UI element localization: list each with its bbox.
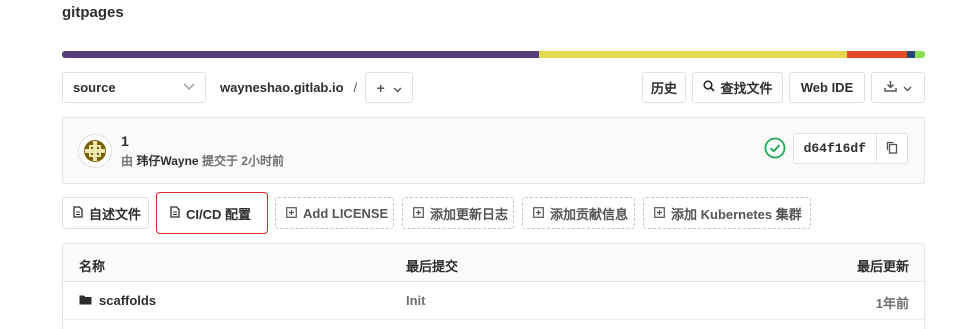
download-icon xyxy=(884,80,897,95)
column-header-last-update: 最后更新 xyxy=(856,259,909,274)
add-kubernetes-cluster-label: 添加 Kubernetes 集群 xyxy=(671,206,802,222)
plus-square-icon xyxy=(654,206,665,221)
add-contributing-label: 添加贡献信息 xyxy=(550,206,629,222)
tree-controls: source wayneshao.gitlab.io / + 历史 查找文件 W… xyxy=(62,72,925,103)
avatar[interactable] xyxy=(78,134,112,168)
breadcrumb: wayneshao.gitlab.io / + xyxy=(220,72,414,103)
add-file-dropdown[interactable]: + xyxy=(365,72,414,103)
plus-square-icon xyxy=(533,206,544,221)
language-segment xyxy=(846,51,908,58)
readme-link[interactable]: 自述文件 xyxy=(62,197,149,229)
commit-author-link[interactable]: 玮仔Wayne xyxy=(136,154,198,168)
file-icon xyxy=(170,205,180,221)
commit-sha-group: d64f16df xyxy=(792,133,908,164)
history-label: 历史 xyxy=(651,81,678,96)
add-license-label: Add LICENSE xyxy=(303,205,389,221)
language-bar xyxy=(62,51,925,58)
readme-label: 自述文件 xyxy=(89,206,142,222)
avatar-image xyxy=(84,140,106,162)
project-title: gitpages xyxy=(62,4,124,21)
branch-name: source xyxy=(73,80,116,95)
breadcrumb-separator: / xyxy=(353,80,358,95)
last-update-time: 1年前 xyxy=(875,296,909,311)
chevron-down-icon xyxy=(183,82,195,94)
chevron-down-icon xyxy=(393,80,402,96)
commit-time: 2小时前 xyxy=(241,154,284,168)
copy-icon xyxy=(886,141,898,157)
search-icon xyxy=(702,80,715,95)
language-segment xyxy=(915,51,925,58)
table-row[interactable]: scaffolds Init 1年前 xyxy=(63,282,924,320)
plus-square-icon xyxy=(413,206,424,221)
find-file-button[interactable]: 查找文件 xyxy=(692,72,783,103)
column-header-last-commit: 最后提交 xyxy=(406,259,459,274)
add-contributing-link[interactable]: 添加贡献信息 xyxy=(522,197,635,229)
download-dropdown[interactable] xyxy=(871,72,925,103)
table-header: 名称 最后提交 最后更新 xyxy=(63,244,924,282)
commit-title[interactable]: 1 xyxy=(121,133,129,149)
folder-name[interactable]: scaffolds xyxy=(99,293,156,308)
plus-icon: + xyxy=(376,79,385,96)
chevron-down-icon xyxy=(903,80,912,95)
web-ide-label: Web IDE xyxy=(800,80,854,95)
last-commit-panel: 1 由 玮仔Wayne 提交于 2小时前 d64f16df xyxy=(62,117,925,184)
breadcrumb-root-link[interactable]: wayneshao.gitlab.io xyxy=(220,80,344,95)
branch-select[interactable]: source xyxy=(62,72,206,103)
plus-square-icon xyxy=(286,206,297,221)
history-button[interactable]: 历史 xyxy=(642,72,686,103)
folder-cell[interactable]: scaffolds xyxy=(79,293,156,308)
language-segment xyxy=(62,51,539,58)
copy-sha-button[interactable] xyxy=(877,134,907,163)
last-commit-message[interactable]: Init xyxy=(406,293,426,308)
project-quick-links: 自述文件 CI/CD 配置 Add LICENSE 添加更新日志 添加贡献信息 … xyxy=(62,192,811,234)
file-tree-table: 名称 最后提交 最后更新 scaffolds Init 1年前 xyxy=(62,243,925,329)
ci-cd-config-label: CI/CD 配置 xyxy=(186,206,252,222)
add-license-link[interactable]: Add LICENSE xyxy=(275,197,394,229)
add-kubernetes-cluster-link[interactable]: 添加 Kubernetes 集群 xyxy=(643,197,811,229)
commit-by-text: 由 xyxy=(121,154,134,168)
folder-icon xyxy=(79,293,92,308)
commit-sha-link[interactable]: d64f16df xyxy=(794,134,877,163)
file-icon xyxy=(73,205,83,221)
pipeline-passed-icon[interactable] xyxy=(764,137,786,159)
web-ide-button[interactable]: Web IDE xyxy=(789,72,865,103)
add-changelog-link[interactable]: 添加更新日志 xyxy=(402,197,514,229)
language-segment xyxy=(907,51,916,58)
add-changelog-label: 添加更新日志 xyxy=(430,206,509,222)
commit-meta: 由 玮仔Wayne 提交于 2小时前 xyxy=(121,152,284,169)
ci-cd-config-link[interactable]: CI/CD 配置 xyxy=(156,192,268,234)
find-file-label: 查找文件 xyxy=(720,81,773,96)
column-header-name: 名称 xyxy=(79,259,106,274)
commit-committed-text: 提交于 xyxy=(201,154,238,168)
language-segment xyxy=(538,51,847,58)
